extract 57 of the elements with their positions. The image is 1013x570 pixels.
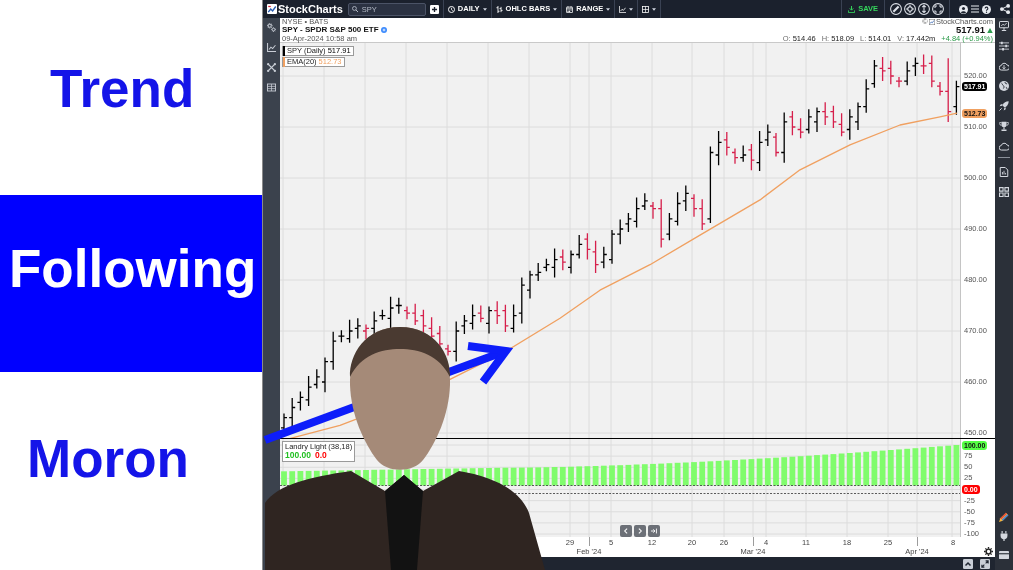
menu-icon[interactable] (971, 5, 979, 13)
caret-icon (482, 7, 487, 11)
ohlc-bars-icon (495, 5, 503, 13)
scroll-right-button[interactable] (634, 525, 646, 537)
caret-icon (606, 7, 611, 11)
help-icon[interactable] (982, 4, 991, 14)
vertical-arrows-icon[interactable] (918, 3, 930, 15)
chart-logo-icon[interactable] (267, 4, 277, 14)
gears-icon[interactable] (267, 23, 276, 32)
line-chart-icon[interactable] (267, 43, 276, 52)
caret-icon (553, 7, 558, 11)
scroll-left-button[interactable] (620, 525, 632, 537)
network-icon[interactable] (1000, 4, 1010, 14)
rocket-icon[interactable] (999, 101, 1009, 111)
document-icon[interactable] (999, 167, 1009, 177)
presentation-icon[interactable] (999, 21, 1009, 31)
info-icon[interactable] (380, 27, 387, 33)
skip-to-end-icon (651, 528, 657, 534)
cloud-download-icon[interactable] (999, 61, 1009, 71)
plug-icon[interactable] (999, 531, 1009, 541)
globe-icon[interactable] (999, 81, 1009, 91)
calendar-icon (566, 5, 574, 13)
settings-icon[interactable] (984, 547, 993, 556)
layout-dropdown[interactable] (637, 0, 662, 18)
grid-icon[interactable] (999, 187, 1009, 197)
ruler-icon[interactable] (890, 3, 902, 15)
title-word: Moron (27, 431, 189, 485)
download-icon (848, 5, 856, 13)
sliders-icon[interactable] (999, 41, 1009, 51)
fullscreen-icon[interactable] (932, 3, 944, 15)
jump-to-end-button[interactable] (648, 525, 660, 537)
grid-icon (642, 5, 650, 13)
plus-square-icon[interactable] (429, 4, 439, 14)
cloud-icon[interactable] (999, 141, 1009, 151)
table-icon[interactable] (267, 83, 276, 92)
pencil-icon[interactable] (999, 512, 1009, 522)
caret-icon (652, 7, 657, 11)
caret-icon (629, 7, 634, 11)
last-price: 517.91 (955, 25, 985, 35)
title-word: Trend (50, 61, 195, 115)
search-icon (351, 6, 358, 12)
legend-value: 0.0 (315, 451, 327, 460)
tools-icon[interactable] (267, 63, 276, 72)
legend-value: 100.00 (285, 451, 311, 460)
user-icon[interactable] (959, 4, 968, 14)
logo-text[interactable]: StockCharts (278, 3, 343, 15)
card-icon[interactable] (999, 550, 1009, 560)
symbol-title: SPY - SPDR S&P 500 ETF (282, 26, 379, 34)
clock-icon (447, 5, 455, 13)
trophy-icon[interactable] (999, 121, 1009, 131)
chevron-left-icon (623, 528, 629, 534)
chevron-right-icon (637, 528, 643, 534)
site-logo-icon (928, 18, 935, 25)
expand-icon[interactable] (980, 558, 990, 569)
crosshair-icon[interactable] (904, 3, 916, 15)
chevron-up-icon[interactable] (963, 558, 973, 569)
line-chart-icon (619, 5, 627, 13)
